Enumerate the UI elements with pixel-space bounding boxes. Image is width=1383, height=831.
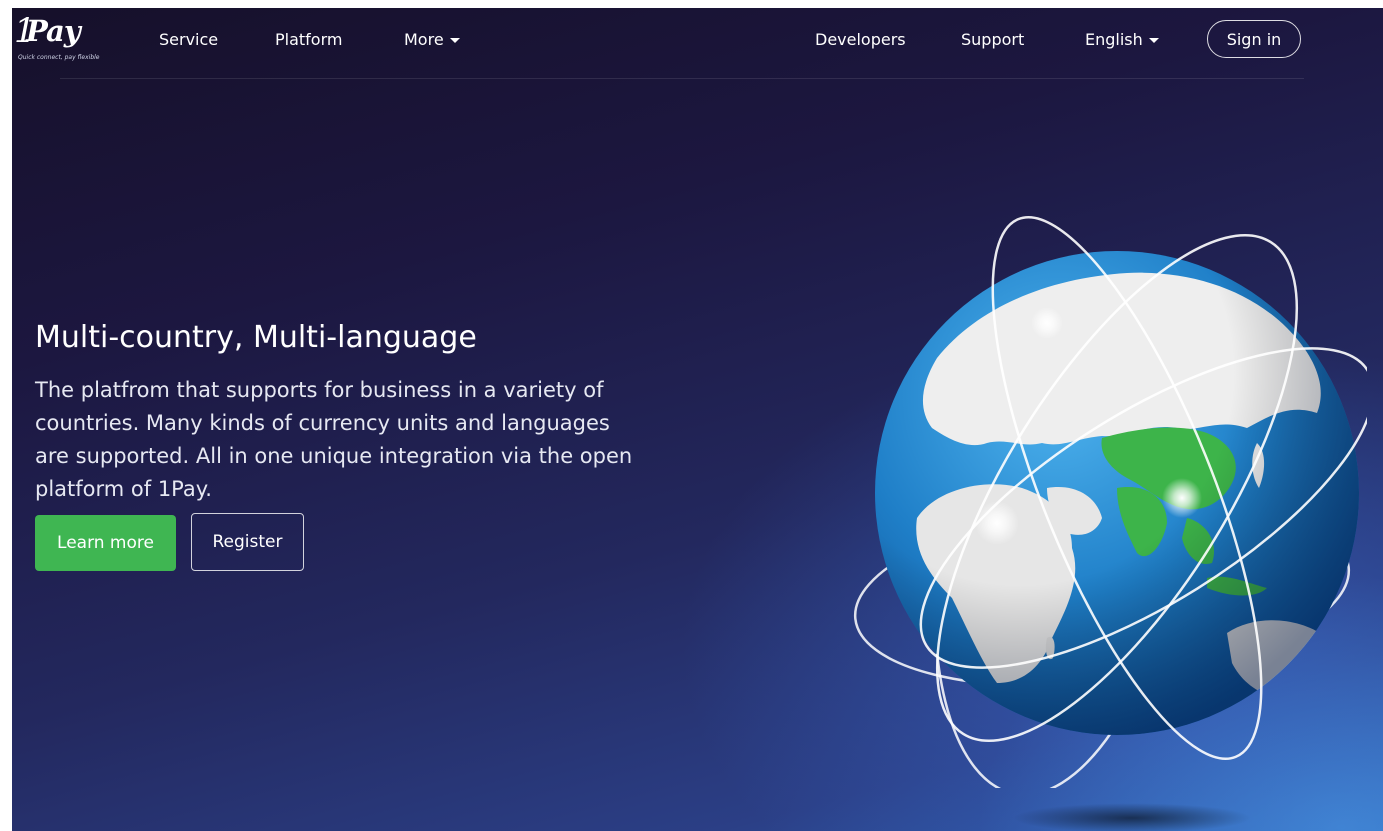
globe-icon: [853, 215, 1375, 796]
language-label: English: [1085, 30, 1143, 49]
learn-more-button[interactable]: Learn more: [35, 515, 176, 571]
hero-description: The platfrom that supports for business …: [35, 378, 633, 501]
nav-more-dropdown[interactable]: More: [404, 30, 460, 49]
globe-shadow: [1012, 803, 1252, 831]
hero-title: Multi-country, Multi-language: [35, 320, 477, 356]
logo-word: Pay: [26, 14, 81, 48]
nav-developers[interactable]: Developers: [815, 30, 906, 49]
register-button[interactable]: Register: [191, 513, 304, 571]
top-navbar: 1 Pay Quick connect, pay flexible Servic…: [12, 8, 1383, 79]
language-dropdown[interactable]: English: [1085, 30, 1159, 49]
page-frame: 1 Pay Quick connect, pay flexible Servic…: [12, 8, 1383, 831]
logo-tagline: Quick connect, pay flexible: [18, 54, 100, 61]
sign-in-button[interactable]: Sign in: [1207, 20, 1301, 58]
nav-platform[interactable]: Platform: [275, 30, 342, 49]
brand-logo[interactable]: 1 Pay Quick connect, pay flexible: [12, 10, 112, 68]
nav-service[interactable]: Service: [159, 30, 218, 49]
navbar-divider: [60, 78, 1304, 79]
globe-illustration: [847, 188, 1375, 796]
nav-more-label: More: [404, 30, 444, 49]
caret-down-icon: [449, 38, 460, 43]
nav-support[interactable]: Support: [961, 30, 1024, 49]
caret-down-icon: [1148, 38, 1159, 43]
